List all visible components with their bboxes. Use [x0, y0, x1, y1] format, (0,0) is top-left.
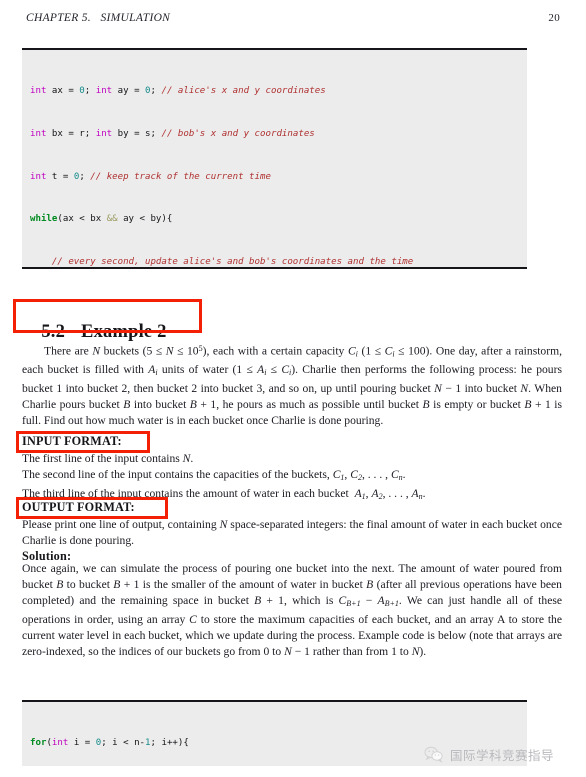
input-format-line: The first line of the input contains N. — [22, 452, 194, 465]
output-format-label: OUTPUT FORMAT: — [22, 500, 135, 514]
input-format-line: The second line of the input contains th… — [22, 468, 406, 482]
code-line: int ax = 0; int ay = 0; // alice's x and… — [30, 86, 326, 97]
input-format-label: INPUT FORMAT: — [22, 434, 122, 448]
section-number: 5.2 — [41, 322, 66, 342]
document-page: CHAPTER 5. SIMULATION 20 int ax = 0; int… — [0, 0, 586, 777]
code-block-simulation: int ax = 0; int ay = 0; // alice's x and… — [22, 48, 527, 269]
section-title: Example 2 — [81, 322, 167, 342]
code-line: // every second, update alice's and bob'… — [51, 256, 414, 267]
watermark: 国际学科竞赛指导 — [424, 741, 574, 767]
solution-paragraph: Once again, we can simulate the process … — [22, 562, 562, 659]
output-format-paragraph: Please print one line of output, contain… — [22, 518, 562, 548]
running-header: CHAPTER 5. SIMULATION 20 — [26, 12, 560, 30]
code-line: while(ax < bx && ay < by){ — [30, 214, 173, 225]
code-line: int bx = r; int by = s; // bob's x and y… — [30, 129, 315, 139]
page-number: 20 — [548, 12, 560, 24]
input-format-lines: The first line of the input contains N. … — [22, 451, 562, 505]
watermark-text: 国际学科竞赛指导 — [450, 747, 555, 763]
code-line: int t = 0; // keep track of the current … — [30, 171, 271, 182]
wechat-icon — [424, 745, 444, 763]
problem-statement: There are N buckets (5 ≤ N ≤ 105), each … — [22, 344, 563, 428]
chapter-title: CHAPTER 5. SIMULATION — [26, 12, 171, 24]
